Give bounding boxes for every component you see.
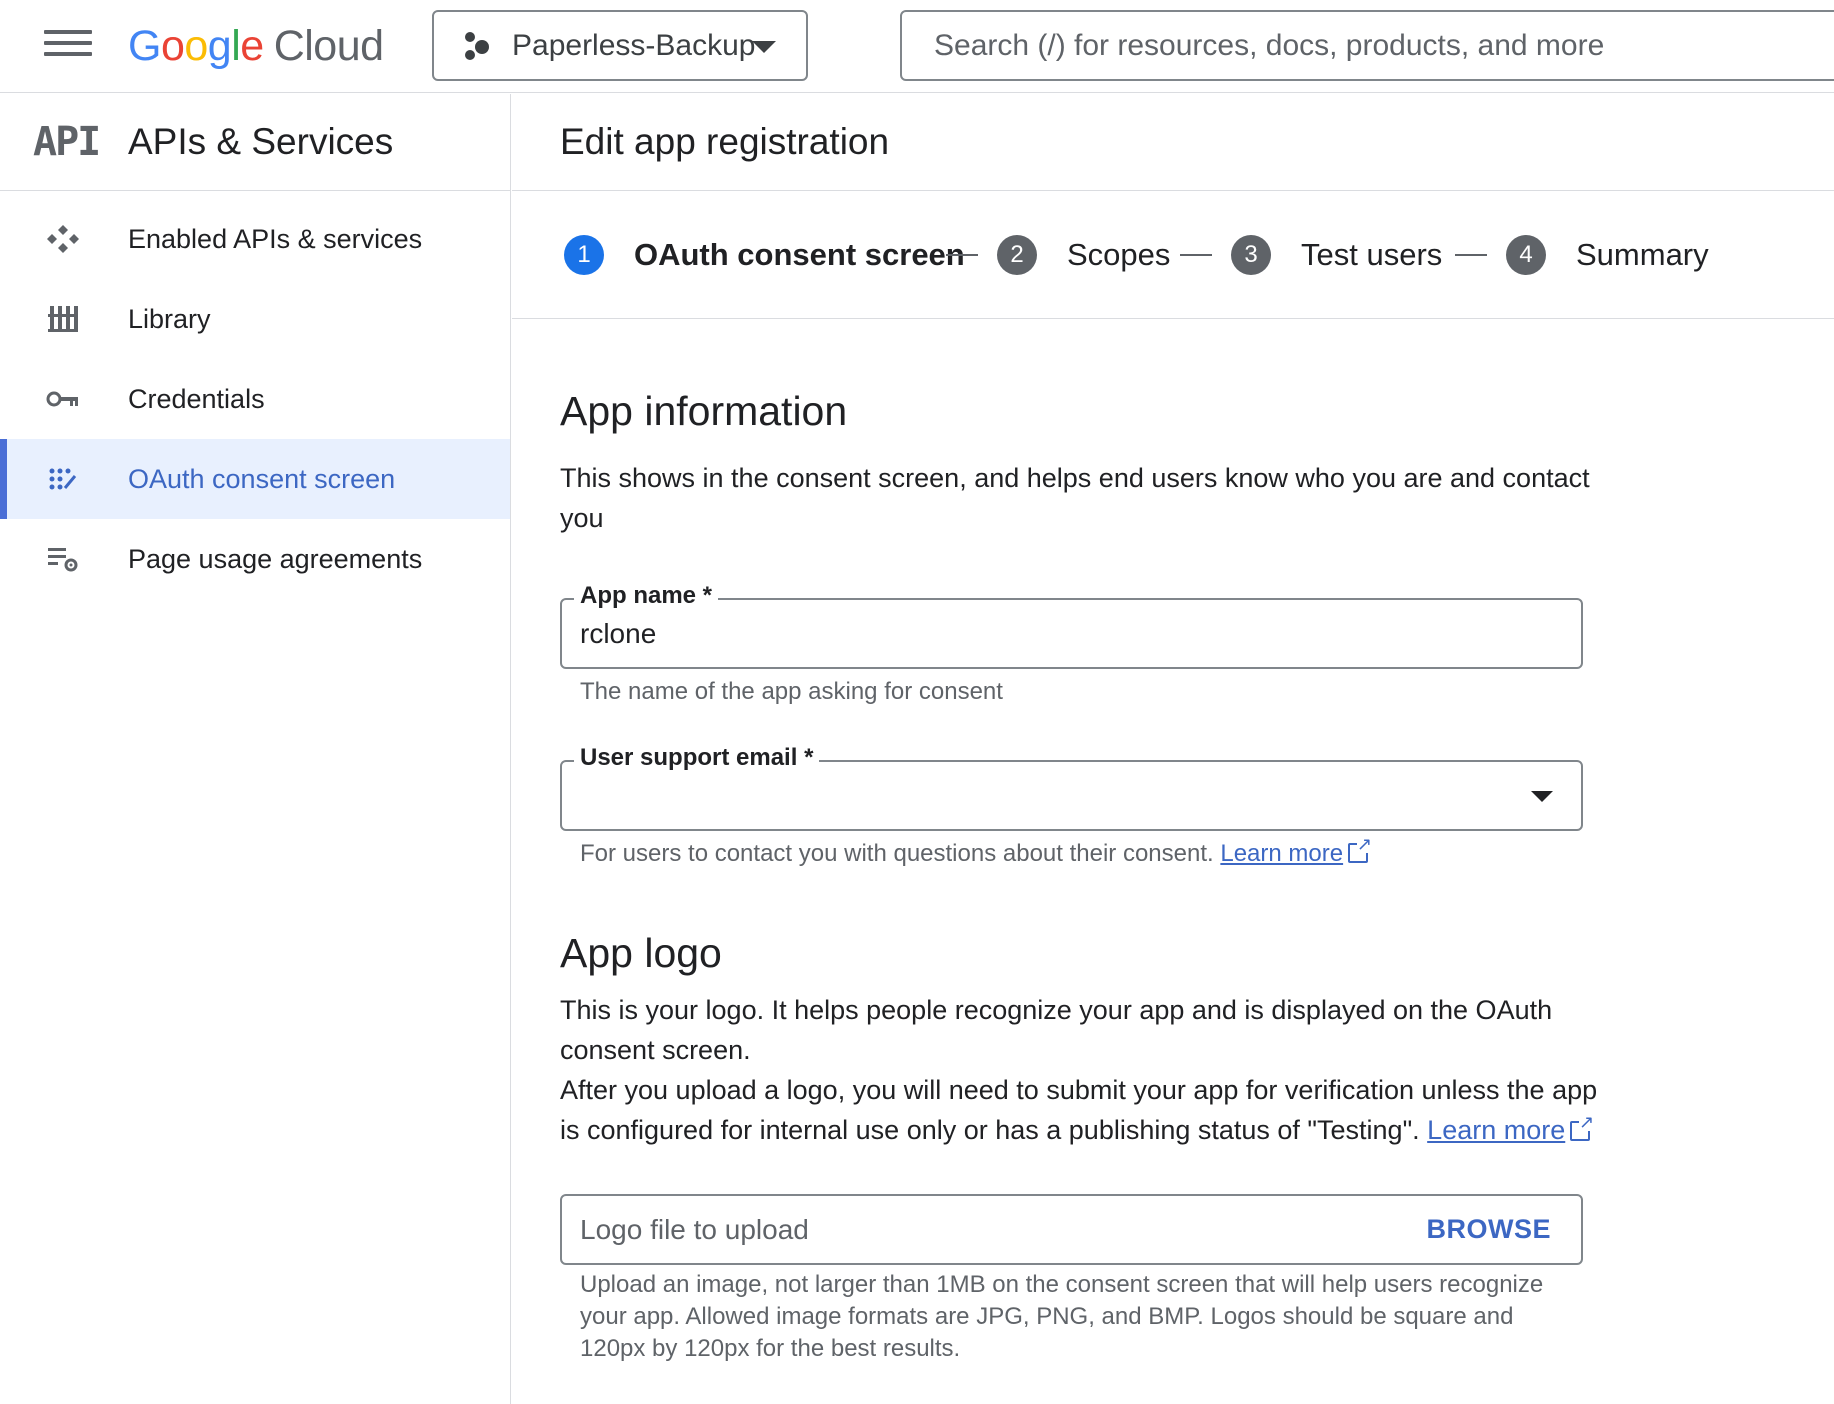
main-menu-icon[interactable] bbox=[44, 30, 92, 60]
logo-upload-field[interactable]: Logo file to upload BROWSE bbox=[560, 1194, 1583, 1265]
description-line: After you upload a logo, you will need t… bbox=[560, 1075, 1598, 1105]
hint-line: 120px by 120px for the best results. bbox=[580, 1335, 961, 1362]
step-number: 1 bbox=[564, 235, 604, 275]
app-name-label: App name * bbox=[574, 582, 719, 610]
learn-more-link[interactable]: Learn more bbox=[1220, 840, 1343, 867]
sidebar-item-oauth-consent[interactable]: OAuth consent screen bbox=[0, 439, 510, 519]
sidebar-item-label: Library bbox=[128, 303, 211, 334]
app-name-field[interactable]: App name * rclone bbox=[560, 582, 1583, 669]
step-label: Summary bbox=[1576, 237, 1709, 272]
dropdown-arrow-icon bbox=[1531, 791, 1553, 802]
search-input[interactable] bbox=[934, 28, 1834, 63]
sidebar-header: API APIs & Services bbox=[0, 94, 510, 191]
sidebar: API APIs & Services Enabled APIs & servi… bbox=[0, 94, 511, 1404]
step-label: OAuth consent screen bbox=[634, 237, 965, 272]
user-support-email-label: User support email * bbox=[574, 744, 820, 772]
user-support-email-hint: For users to contact you with questions … bbox=[580, 835, 1373, 870]
description-line: is configured for internal use only or h… bbox=[560, 1110, 1597, 1150]
step-separator bbox=[1455, 254, 1487, 256]
google-cloud-logo[interactable]: Google Cloud bbox=[128, 18, 384, 74]
description-text: is configured for internal use only or h… bbox=[560, 1115, 1420, 1145]
step-number: 3 bbox=[1231, 235, 1271, 275]
sidebar-item-page-usage[interactable]: Page usage agreements bbox=[0, 519, 510, 599]
settings-list-icon bbox=[48, 548, 78, 572]
description-line: This is your logo. It helps people recog… bbox=[560, 995, 1553, 1025]
app-info-description: This shows in the consent screen, and he… bbox=[560, 458, 1590, 538]
hint-line: your app. Allowed image formats are JPG,… bbox=[580, 1303, 1514, 1330]
sidebar-item-credentials[interactable]: Credentials bbox=[0, 359, 510, 439]
top-bar: Google Cloud Paperless-Backup bbox=[0, 0, 1834, 93]
app-name-hint: The name of the app asking for consent bbox=[580, 678, 1003, 705]
page-title: Edit app registration bbox=[560, 121, 890, 162]
project-name: Paperless-Backup bbox=[512, 28, 756, 62]
step-oauth-consent[interactable]: 1 OAuth consent screen bbox=[564, 191, 965, 319]
app-logo-description: This is your logo. It helps people recog… bbox=[560, 990, 1597, 1150]
step-number: 4 bbox=[1506, 235, 1546, 275]
step-test-users[interactable]: 3 Test users bbox=[1231, 191, 1442, 319]
main-content: Edit app registration 1 OAuth consent sc… bbox=[512, 94, 1834, 1404]
oauth-consent-icon bbox=[49, 468, 77, 490]
key-icon bbox=[46, 391, 78, 407]
user-support-email-select[interactable]: User support email * bbox=[560, 744, 1583, 831]
step-number: 2 bbox=[997, 235, 1037, 275]
app-logo-heading: App logo bbox=[560, 930, 722, 976]
stepper: 1 OAuth consent screen 2 Scopes 3 Test u… bbox=[512, 191, 1834, 319]
sidebar-nav: Enabled APIs & services Library Credenti… bbox=[0, 191, 510, 599]
browse-button[interactable]: BROWSE bbox=[1427, 1214, 1552, 1245]
email-hint-text: For users to contact you with questions … bbox=[580, 840, 1214, 867]
logo-upload-placeholder: Logo file to upload bbox=[580, 1214, 809, 1245]
sidebar-item-library[interactable]: Library bbox=[0, 279, 510, 359]
api-icon: API bbox=[33, 119, 101, 165]
description-line: This shows in the consent screen, and he… bbox=[560, 463, 1590, 493]
chevron-down-icon bbox=[752, 41, 776, 53]
project-picker[interactable]: Paperless-Backup bbox=[432, 10, 808, 81]
step-label: Scopes bbox=[1067, 237, 1171, 272]
app-info-heading: App information bbox=[560, 388, 848, 434]
step-label: Test users bbox=[1301, 237, 1443, 272]
sidebar-item-label: Credentials bbox=[128, 383, 265, 414]
sidebar-item-enabled-apis[interactable]: Enabled APIs & services bbox=[0, 199, 510, 279]
search-bar[interactable] bbox=[900, 10, 1834, 81]
description-line: consent screen. bbox=[560, 1035, 751, 1065]
sidebar-item-label: Page usage agreements bbox=[128, 543, 423, 574]
external-link-icon bbox=[1348, 835, 1373, 863]
learn-more-link[interactable]: Learn more bbox=[1427, 1115, 1565, 1145]
sidebar-title: APIs & Services bbox=[128, 121, 394, 162]
step-separator bbox=[946, 254, 978, 256]
hint-line: Upload an image, not larger than 1MB on … bbox=[580, 1271, 1544, 1298]
project-icon bbox=[462, 31, 492, 61]
description-line: you bbox=[560, 503, 604, 533]
library-icon bbox=[48, 306, 78, 332]
sidebar-item-label: OAuth consent screen bbox=[128, 463, 396, 494]
main-header: Edit app registration bbox=[512, 94, 1834, 191]
logo-upload-hint: Upload an image, not larger than 1MB on … bbox=[580, 1269, 1543, 1365]
step-summary[interactable]: 4 Summary bbox=[1506, 191, 1709, 319]
sidebar-item-label: Enabled APIs & services bbox=[128, 223, 423, 254]
step-scopes[interactable]: 2 Scopes bbox=[997, 191, 1170, 319]
step-separator bbox=[1180, 254, 1212, 256]
app-name-input[interactable]: rclone bbox=[580, 618, 656, 650]
enabled-apis-icon bbox=[47, 225, 79, 253]
external-link-icon bbox=[1570, 1113, 1595, 1141]
